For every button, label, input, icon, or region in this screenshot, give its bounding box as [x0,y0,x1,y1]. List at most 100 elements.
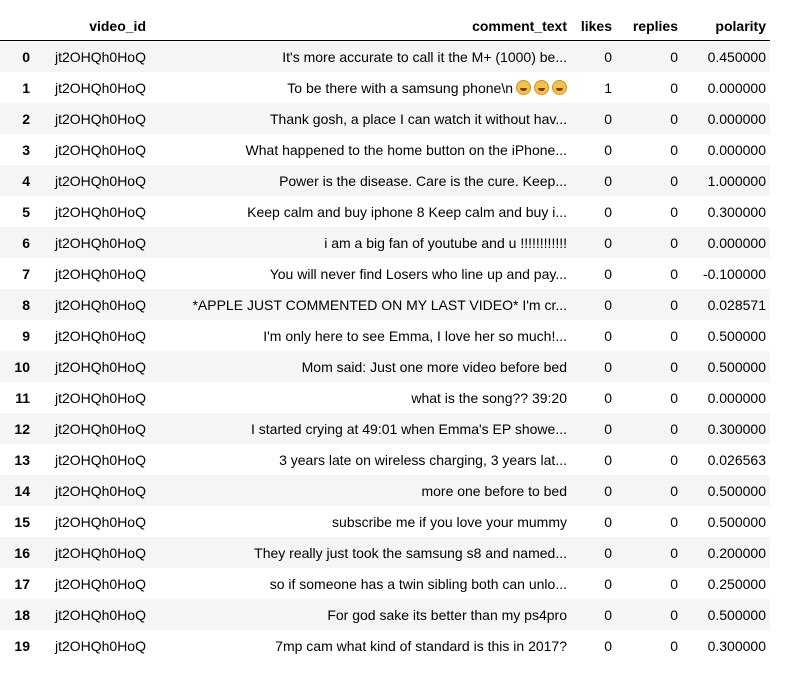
cell-comment-text: Power is the disease. Care is the cure. … [279,172,567,189]
cell-video-id: jt2OHQh0HoQ [54,48,146,65]
cell-video-id: jt2OHQh0HoQ [54,544,146,561]
cell-likes: 0 [604,141,612,158]
cell-replies: 0 [670,451,678,468]
cell-comment-text: For god sake its better than my ps4pro [327,606,567,623]
cell-comment-text: I started crying at 49:01 when Emma's EP… [250,420,567,437]
table-row: 2 jt2OHQh0HoQ Thank gosh, a place I can wa… [0,103,770,134]
table-row: 11 jt2OHQh0HoQ what is the song?? 39:20 0 0 0… [0,382,770,413]
header-polarity: polarity [682,12,770,41]
cell-video-id: jt2OHQh0HoQ [54,606,146,623]
row-index: 17 [14,575,30,592]
cell-polarity: 0.500000 [707,513,766,530]
cell-polarity: 0.500000 [707,327,766,344]
grinning-sweat-face-icon [516,79,531,95]
cell-polarity: 0.000000 [707,389,766,406]
cell-replies: 0 [670,606,678,623]
table-row: 13 jt2OHQh0HoQ 3 years late on wireless ch… [0,444,770,475]
cell-replies: 0 [670,234,678,251]
cell-comment-text: *APPLE JUST COMMENTED ON MY LAST VIDEO* … [192,296,567,313]
cell-comment-text: What happened to the home button on the … [245,141,567,158]
cell-comment-text: subscribe me if you love your mummy [332,513,567,530]
cell-comment-text: more one before to bed [421,482,567,499]
cell-video-id: jt2OHQh0HoQ [54,389,146,406]
cell-likes: 0 [604,296,612,313]
header-video-id: video_id [34,12,150,41]
cell-comment-text: Mom said: Just one more video before bed [301,358,567,375]
cell-comment-text: To be there with a samsung phone\n [150,72,571,103]
table-row: 14 jt2OHQh0HoQ more one before to bed 0 0 0.5… [0,475,770,506]
cell-replies: 0 [670,48,678,65]
cell-replies: 0 [670,482,678,499]
cell-comment-text: Keep calm and buy iphone 8 Keep calm and… [247,203,567,220]
cell-polarity: 0.028571 [707,296,766,313]
cell-likes: 0 [604,234,612,251]
table-row: 10 jt2OHQh0HoQ Mom said: Just one more vid… [0,351,770,382]
table-row: 15 jt2OHQh0HoQ subscribe me if you love yo… [0,506,770,537]
cell-likes: 0 [604,606,612,623]
cell-likes: 0 [604,265,612,282]
header-replies: replies [616,12,682,41]
cell-video-id: jt2OHQh0HoQ [54,637,146,654]
header-row: video_id comment_text likes replies pola… [0,12,770,41]
row-index: 13 [14,451,30,468]
row-index: 5 [22,203,30,220]
cell-polarity: 0.026563 [707,451,766,468]
cell-comment-text: i am a big fan of youtube and u !!!!!!!!… [324,234,567,251]
row-index: 16 [14,544,30,561]
cell-video-id: jt2OHQh0HoQ [54,327,146,344]
cell-video-id: jt2OHQh0HoQ [54,358,146,375]
cell-replies: 0 [670,265,678,282]
cell-likes: 0 [604,482,612,499]
row-index: 12 [14,420,30,437]
cell-comment-text: 3 years late on wireless charging, 3 yea… [279,451,567,468]
row-index: 18 [14,606,30,623]
cell-video-id: jt2OHQh0HoQ [54,451,146,468]
cell-video-id: jt2OHQh0HoQ [54,234,146,251]
table-row: 1 jt2OHQh0HoQ To be there with a samsung p… [0,72,770,103]
row-index: 11 [15,389,30,406]
cell-comment-text: Thank gosh, a place I can watch it witho… [269,110,567,127]
table-row: 17 jt2OHQh0HoQ so if someone has a twin si… [0,568,770,599]
cell-polarity: 0.200000 [707,544,766,561]
dataframe-table: video_id comment_text likes replies pola… [0,12,770,661]
cell-polarity: 0.500000 [707,482,766,499]
cell-video-id: jt2OHQh0HoQ [54,420,146,437]
cell-comment-text: so if someone has a twin sibling both ca… [269,575,567,592]
cell-likes: 0 [604,513,612,530]
row-index: 14 [14,482,30,499]
cell-polarity: 0.000000 [707,110,766,127]
cell-video-id: jt2OHQh0HoQ [54,513,146,530]
cell-replies: 0 [670,513,678,530]
cell-polarity: 0.000000 [707,234,766,251]
cell-polarity: 0.000000 [707,141,766,158]
cell-video-id: jt2OHQh0HoQ [54,79,146,96]
cell-replies: 0 [670,544,678,561]
table-row: 19 jt2OHQh0HoQ 7mp cam what kind of standa… [0,630,770,661]
cell-comment-text: They really just took the samsung s8 and… [254,544,567,561]
cell-video-id: jt2OHQh0HoQ [54,265,146,282]
cell-likes: 1 [604,79,612,96]
cell-comment-text: I'm only here to see Emma, I love her so… [263,327,567,344]
row-index: 10 [14,358,30,375]
row-index: 3 [22,141,30,158]
cell-likes: 0 [604,420,612,437]
cell-polarity: 0.250000 [707,575,766,592]
cell-video-id: jt2OHQh0HoQ [54,172,146,189]
table-row: 6 jt2OHQh0HoQ i am a big fan of youtube an… [0,227,770,258]
cell-likes: 0 [604,172,612,189]
table-row: 18 jt2OHQh0HoQ For god sake its better tha… [0,599,770,630]
cell-replies: 0 [670,637,678,654]
dataframe-output: video_id comment_text likes replies pola… [0,12,770,661]
cell-likes: 0 [604,389,612,406]
cell-replies: 0 [670,110,678,127]
cell-replies: 0 [670,172,678,189]
cell-likes: 0 [604,327,612,344]
cell-likes: 0 [604,110,612,127]
cell-video-id: jt2OHQh0HoQ [54,110,146,127]
cell-replies: 0 [670,141,678,158]
table-row: 12 jt2OHQh0HoQ I started crying at 49:01 w… [0,413,770,444]
row-index: 9 [22,327,30,344]
row-index: 0 [22,48,30,65]
cell-replies: 0 [670,420,678,437]
header-comment-text: comment_text [150,12,571,41]
